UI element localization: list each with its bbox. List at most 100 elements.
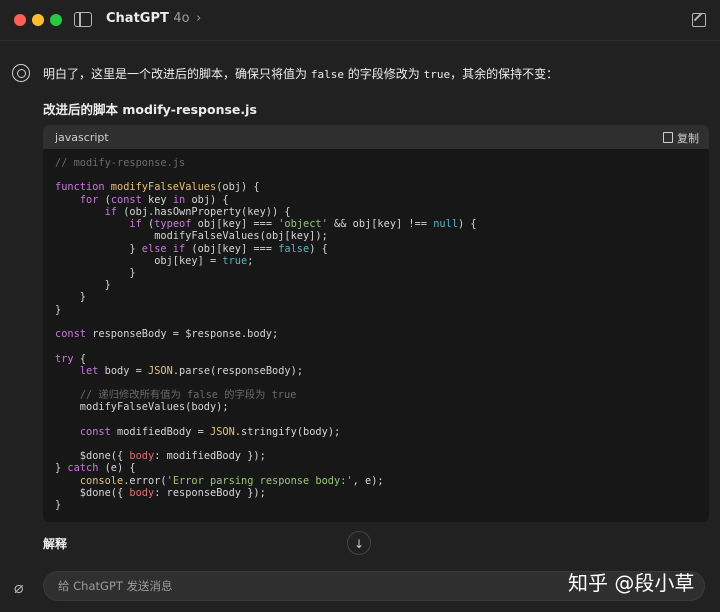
maximize-window-button[interactable]	[50, 14, 62, 26]
code-line: modifyFalseValues(body);	[55, 401, 229, 413]
arrow-down-icon: ↓	[353, 537, 365, 551]
code-line: console.error('Error parsing response bo…	[55, 475, 384, 487]
code-token: }	[55, 499, 62, 512]
code-token: catch	[67, 462, 105, 475]
code-token: false	[278, 242, 310, 255]
code-token: try	[55, 352, 80, 365]
code-token: const	[79, 425, 118, 438]
code-token: }	[55, 266, 136, 279]
code-token: {	[79, 352, 87, 365]
code-line: } else if (obj[key] === false) {	[55, 242, 328, 255]
code-line: $done({ body: responseBody });	[55, 487, 266, 499]
code-token: }	[55, 303, 62, 316]
model-selector[interactable]: ChatGPT 4o ›	[106, 11, 201, 26]
code-token: && obj[key] !==	[327, 218, 434, 231]
scroll-down-button[interactable]: ↓	[347, 531, 371, 555]
intro-text-part: ，其余的保持不变：	[450, 67, 559, 81]
app-title: ChatGPT	[106, 11, 169, 26]
message-input[interactable]	[56, 578, 500, 594]
code-line: } catch (e) {	[55, 462, 136, 474]
code-line: function modifyFalseValues(obj) {	[55, 181, 260, 193]
minimize-window-button[interactable]	[32, 14, 44, 26]
code-language-label: javascript	[55, 131, 109, 144]
title-bar: ChatGPT 4o ›	[0, 0, 720, 41]
close-window-button[interactable]	[14, 14, 26, 26]
new-chat-icon[interactable]	[692, 13, 706, 27]
code-token: obj) {	[191, 193, 229, 206]
code-token: // modify-response.js	[55, 157, 186, 169]
code-token: : responseBody });	[154, 486, 266, 499]
code-token: (obj) {	[216, 181, 260, 194]
code-token: (obj[key] ===	[191, 242, 279, 255]
code-token: in	[172, 193, 192, 206]
code-token: responseBody = $response.body;	[92, 328, 279, 341]
code-line: $done({ body: modifiedBody });	[55, 450, 266, 462]
code-line: let body = JSON.parse(responseBody);	[55, 365, 303, 377]
code-line: const modifiedBody = JSON.stringify(body…	[55, 426, 340, 438]
code-token: JSON	[148, 364, 173, 377]
code-token: const	[55, 328, 93, 341]
code-token: function	[55, 181, 111, 194]
sidebar-toggle-icon[interactable]	[74, 12, 92, 27]
intro-text-part: 明白了，这里是一个改进后的脚本，确保只将值为	[43, 67, 311, 81]
copy-label: 复制	[677, 132, 699, 145]
code-token: , e);	[352, 474, 384, 487]
code-token: $done({	[55, 486, 130, 499]
code-content: // modify-response.js function modifyFal…	[43, 149, 709, 519]
code-line: if (typeof obj[key] === 'object' && obj[…	[55, 218, 477, 231]
code-token: for	[79, 193, 105, 206]
code-token: .error(	[123, 474, 167, 487]
code-line: try {	[55, 353, 86, 365]
code-token: modifyFalseValues	[110, 181, 217, 194]
inline-code-false: false	[310, 68, 344, 81]
paperclip-icon[interactable]: ⌀	[14, 578, 24, 597]
code-token: 'Error parsing response body:'	[166, 474, 353, 487]
code-line: }	[55, 304, 61, 316]
code-token: }	[55, 462, 68, 475]
code-token: : modifiedBody });	[154, 450, 266, 463]
code-token: $done({	[55, 450, 130, 463]
code-token: .parse(responseBody);	[172, 364, 304, 377]
code-token: obj[key] =	[55, 254, 223, 267]
code-token: typeof	[154, 218, 198, 231]
code-line: // 递归修改所有值为 false 的字段为 true	[55, 389, 297, 402]
code-line: // modify-response.js	[55, 157, 185, 169]
code-token: (e) {	[104, 462, 136, 475]
code-token: ) {	[458, 218, 477, 231]
code-line: obj[key] = true;	[55, 255, 253, 267]
copy-code-button[interactable]: 复制	[663, 130, 699, 146]
code-token: if	[104, 205, 124, 218]
code-block: javascript 复制 // modify-response.js func…	[43, 125, 709, 522]
chatgpt-avatar-icon	[12, 64, 30, 82]
assistant-intro-text: 明白了，这里是一个改进后的脚本，确保只将值为 false 的字段修改为 true…	[43, 65, 558, 82]
code-token: body	[129, 486, 155, 499]
code-token: console	[79, 474, 124, 487]
code-token: }	[55, 242, 142, 255]
code-token: true	[222, 254, 248, 267]
watermark: 知乎 @段小草	[568, 571, 695, 595]
code-token: if	[129, 218, 149, 231]
code-token: body =	[104, 364, 149, 377]
code-line: const responseBody = $response.body;	[55, 328, 278, 340]
code-token: else if	[141, 242, 192, 255]
code-line: }	[55, 291, 86, 303]
copy-icon	[663, 132, 673, 143]
code-line: for (const key in obj) {	[55, 194, 229, 206]
code-token: key	[148, 193, 173, 206]
code-token: .stringify(body);	[234, 425, 341, 438]
model-version: 4o	[173, 11, 190, 26]
inline-code-true: true	[423, 68, 451, 81]
code-token: JSON	[210, 425, 235, 438]
code-token: }	[55, 291, 86, 304]
code-line: }	[55, 499, 61, 511]
code-token: ) {	[309, 242, 328, 255]
code-token: // 递归修改所有值为 false 的字段为 true	[79, 389, 297, 402]
code-token: ;	[247, 254, 254, 267]
code-token: modifyFalseValues(body);	[55, 401, 229, 414]
